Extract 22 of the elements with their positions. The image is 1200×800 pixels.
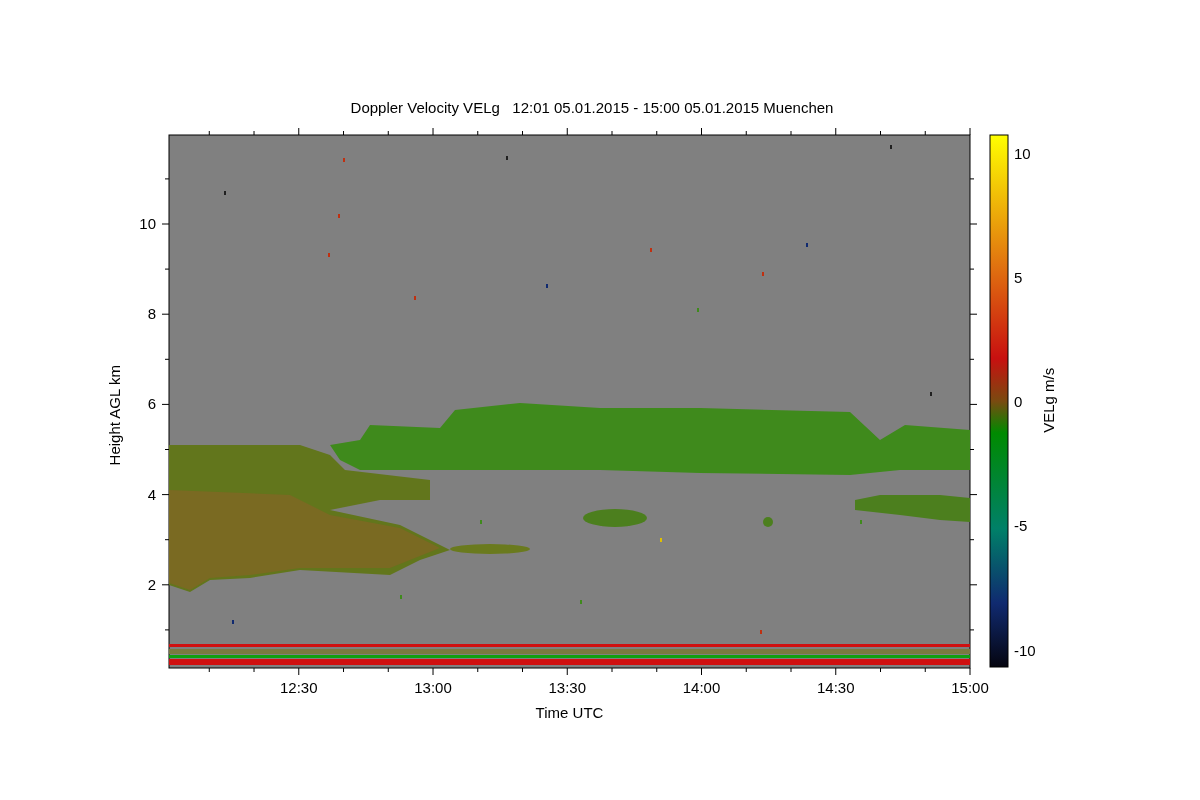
y-tick-label: 6 [147,395,156,413]
y-tick-label: 4 [147,485,156,503]
x-tick-label: 12:30 [280,679,318,696]
colorbar-tick-label: 5 [1014,268,1023,286]
echo-region [763,517,773,527]
colorbar-tick-label: 10 [1014,144,1031,162]
y-tick-label: 2 [147,575,156,593]
colorbar-tick-label: 0 [1014,393,1023,410]
x-tick-label: 13:00 [414,679,452,696]
colorbar-tick-label: -5 [1014,517,1028,535]
y-tick-label: 8 [147,305,156,323]
y-tick-label: 10 [139,215,156,232]
x-tick-label: 14:30 [817,679,855,696]
y-axis-label: Height AGL km [104,364,124,466]
echo-region [583,509,647,527]
plot-title: Doppler Velocity VELg 12:01 05.01.2015 - 15:00 05.01.2015 Muenchen [350,98,834,118]
x-axis-label: Time UTC [535,704,604,722]
colorbar-label: VELg m/s [1039,367,1059,433]
x-tick-label: 14:00 [682,679,721,696]
x-tick-label: 13:30 [548,679,587,696]
x-tick-label: 15:00 [951,679,989,696]
colorbar-tick-label: -10 [1014,641,1035,659]
